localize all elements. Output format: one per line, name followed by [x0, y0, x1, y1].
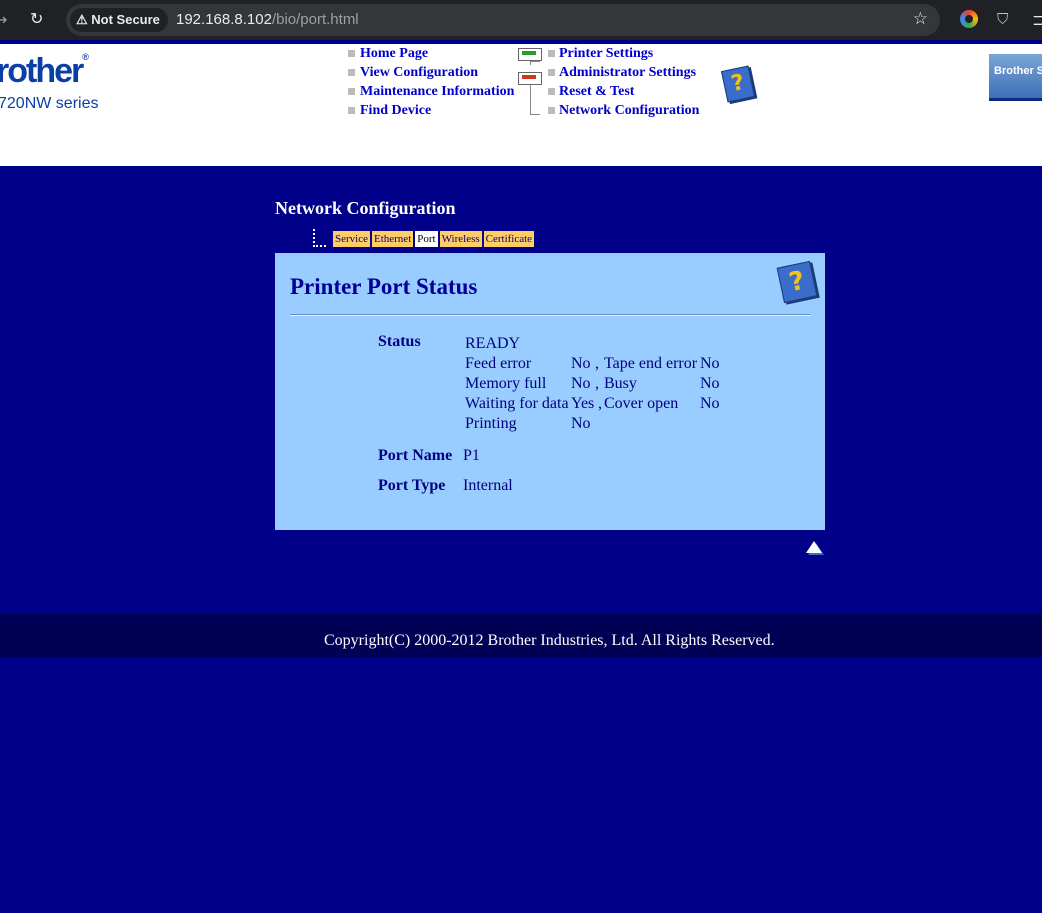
memory-full-value: No — [571, 375, 591, 392]
back-to-top-icon[interactable] — [806, 541, 822, 553]
menu-printer-settings[interactable]: Printer Settings — [559, 46, 653, 62]
page-title: Network Configuration — [275, 198, 456, 218]
port-name-label: Port Name — [378, 447, 453, 464]
bullet-icon — [548, 69, 555, 76]
config-tabs: Service Ethernet Port Wireless Certifica… — [333, 231, 535, 247]
model-label: 720NW series — [0, 95, 99, 112]
brother-banner[interactable]: Brother S — [989, 54, 1042, 101]
status-value: READY — [465, 335, 521, 352]
brother-logo: rother® — [0, 52, 89, 91]
url-path: /bio/port.html — [271, 11, 359, 28]
bullet-icon — [548, 50, 555, 57]
not-secure-chip[interactable]: ⚠ Not Secure — [70, 8, 168, 32]
tab-port[interactable]: Port — [415, 231, 438, 247]
menu-administrator-settings[interactable]: Administrator Settings — [559, 65, 696, 81]
tape-end-error-value: No — [700, 355, 720, 372]
busy-label: Busy — [604, 375, 637, 392]
url-host: 192.168.8.102 — [176, 11, 272, 28]
puzzle-extension-icon[interactable]: ⊐ — [1032, 10, 1042, 29]
menu-network-configuration[interactable]: Network Configuration — [559, 103, 699, 119]
bullet-icon — [548, 107, 555, 114]
menu-tree-line — [530, 85, 531, 114]
help-book-icon[interactable]: ? — [720, 65, 756, 103]
help-question-mark: ? — [786, 265, 808, 299]
separator: , — [595, 375, 599, 392]
back-arrow-icon[interactable]: → — [0, 10, 7, 29]
bullet-icon — [348, 50, 355, 57]
logo-text: rother — [0, 52, 84, 90]
port-type-label: Port Type — [378, 477, 446, 494]
port-type-value: Internal — [463, 477, 513, 494]
red-key-icon — [518, 72, 542, 85]
feed-error-value: No — [571, 355, 591, 372]
menu-find-device[interactable]: Find Device — [360, 103, 431, 119]
tab-certificate[interactable]: Certificate — [483, 231, 535, 247]
reload-icon[interactable]: ↻ — [30, 9, 43, 28]
waiting-for-data-value: Yes — [571, 395, 595, 412]
busy-value: No — [700, 375, 720, 392]
bullet-icon — [348, 107, 355, 114]
cover-open-label: Cover open — [604, 395, 679, 412]
feed-error-label: Feed error — [465, 355, 532, 372]
copyright-text: Copyright(C) 2000-2012 Brother Industrie… — [324, 632, 775, 649]
separator: , — [598, 395, 602, 412]
separator: , — [595, 355, 599, 372]
printing-label: Printing — [465, 415, 517, 432]
bullet-icon — [348, 69, 355, 76]
browser-toolbar: → ↻ ⚠ Not Secure 192.168.8.102/bio/port.… — [0, 0, 1042, 40]
divider — [290, 314, 810, 316]
tab-service[interactable]: Service — [333, 231, 370, 247]
menu-view-configuration[interactable]: View Configuration — [360, 65, 478, 81]
banner-label: Brother S — [994, 65, 1042, 77]
shield-extension-icon[interactable]: ⛉ — [997, 10, 1015, 28]
bookmark-star-icon[interactable]: ☆ — [913, 9, 928, 29]
bullet-icon — [548, 88, 555, 95]
bullet-icon — [348, 88, 355, 95]
status-label: Status — [378, 333, 421, 350]
menu-home-page[interactable]: Home Page — [360, 46, 428, 62]
green-key-icon — [518, 48, 542, 61]
cover-open-value: No — [700, 395, 720, 412]
url-text[interactable]: 192.168.8.102/bio/port.html — [176, 11, 359, 28]
warning-icon: ⚠ — [76, 12, 88, 27]
port-status-panel: Printer Port Status ? Status READY Feed … — [275, 253, 825, 530]
tab-ethernet[interactable]: Ethernet — [371, 231, 414, 247]
menu-maintenance-information[interactable]: Maintenance Information — [360, 84, 514, 100]
tape-end-error-label: Tape end error — [604, 355, 698, 372]
menu-reset-test[interactable]: Reset & Test — [559, 84, 634, 100]
printing-value: No — [571, 415, 591, 432]
memory-full-label: Memory full — [465, 375, 547, 392]
menu-tree-branch — [530, 114, 540, 115]
not-secure-label: Not Secure — [91, 12, 160, 27]
help-book-icon[interactable]: ? — [776, 260, 818, 304]
tab-tree-connector — [313, 229, 326, 247]
tab-wireless[interactable]: Wireless — [439, 231, 482, 247]
footer: Copyright(C) 2000-2012 Brother Industrie… — [0, 614, 1042, 657]
logo-registered-mark: ® — [82, 52, 89, 62]
panel-title: Printer Port Status — [290, 274, 478, 299]
port-name-value: P1 — [463, 447, 480, 464]
color-extension-icon[interactable] — [960, 10, 978, 28]
address-bar[interactable]: ⚠ Not Secure 192.168.8.102/bio/port.html… — [66, 4, 940, 36]
site-header: rother® 720NW series Home Page View Conf… — [0, 44, 1042, 166]
waiting-for-data-label: Waiting for data — [465, 395, 569, 412]
help-question-mark: ? — [729, 69, 747, 98]
menu-tree-branch — [530, 61, 540, 62]
